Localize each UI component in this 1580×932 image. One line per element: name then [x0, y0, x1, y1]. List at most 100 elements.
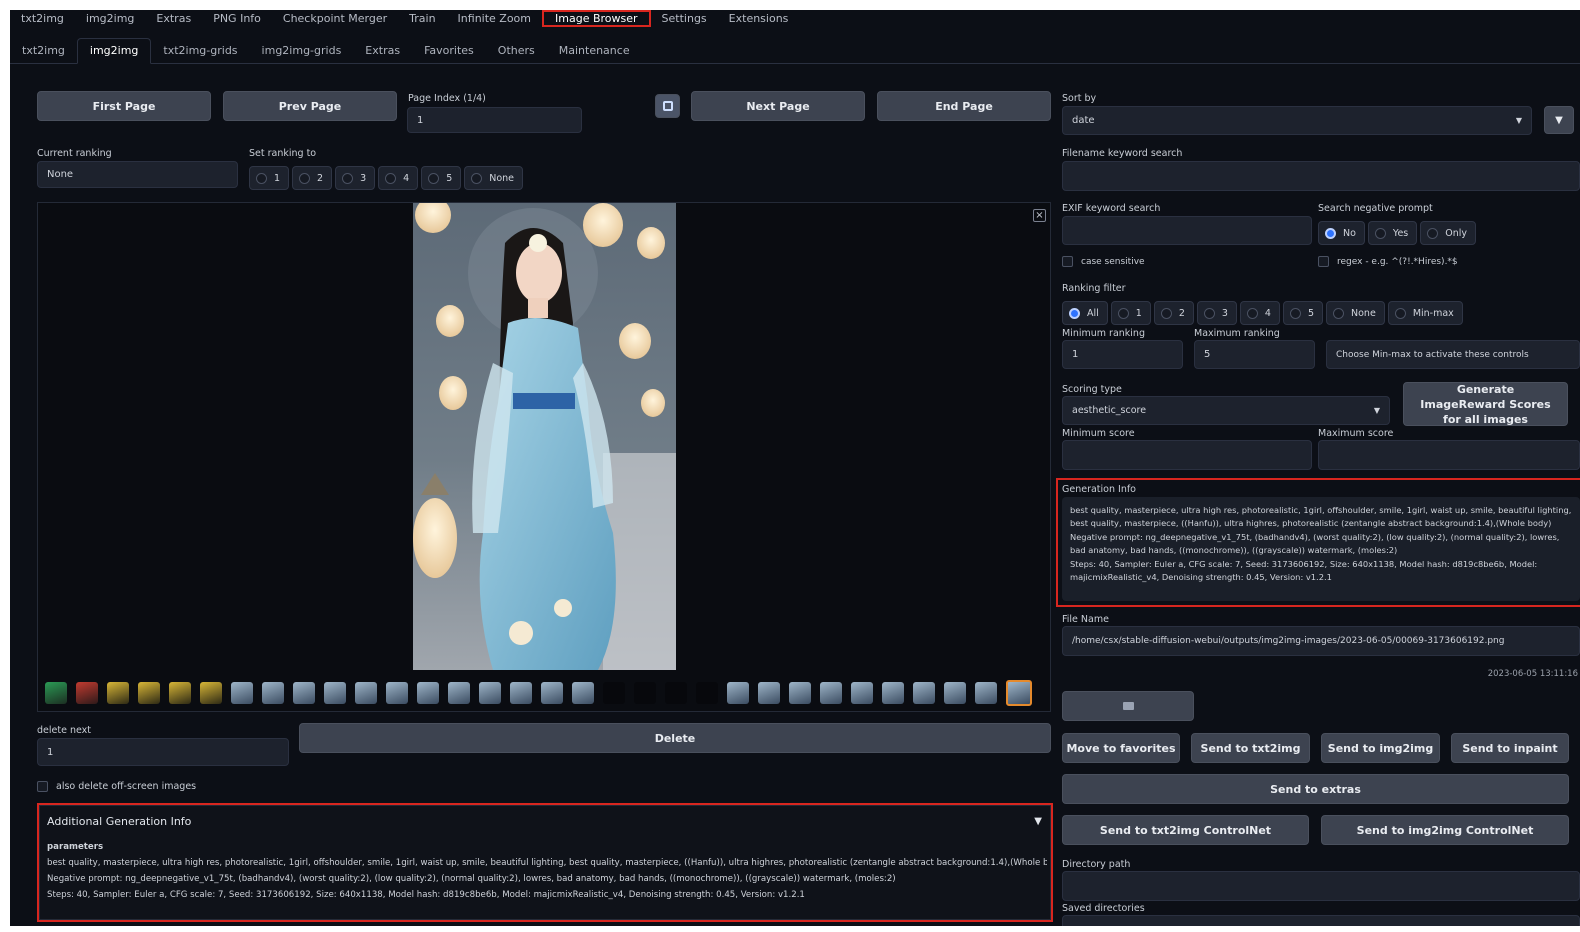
send-to-txt2img-button[interactable]: Send to txt2img	[1191, 733, 1310, 763]
gallery-thumbnail[interactable]	[944, 682, 966, 704]
ranking-filter-3[interactable]: 3	[1196, 301, 1237, 325]
gallery-thumbnail[interactable]	[541, 682, 563, 704]
tab-extensions[interactable]: Extensions	[718, 10, 800, 27]
gallery-thumbnail[interactable]	[45, 682, 67, 704]
gallery-thumbnail[interactable]	[324, 682, 346, 704]
first-page-button[interactable]: First Page	[37, 91, 211, 121]
ranking-filter-all[interactable]: All	[1062, 301, 1108, 325]
end-page-button[interactable]: End Page	[877, 91, 1051, 121]
prev-page-button[interactable]: Prev Page	[223, 91, 397, 121]
tab-infinite-zoom[interactable]: Infinite Zoom	[447, 10, 542, 27]
gallery-thumbnail[interactable]	[603, 682, 625, 704]
gallery-thumbnail[interactable]	[510, 682, 532, 704]
gallery-thumbnail[interactable]	[882, 682, 904, 704]
gallery-thumbnail[interactable]	[820, 682, 842, 704]
checkbox-box[interactable]	[1062, 256, 1073, 267]
subtab-others[interactable]: Others	[486, 39, 547, 63]
scoring-type-select[interactable]: aesthetic_score ▼	[1062, 396, 1390, 425]
tab-settings[interactable]: Settings	[651, 10, 718, 27]
tab-checkpoint-merger[interactable]: Checkpoint Merger	[272, 10, 398, 27]
refresh-button[interactable]	[655, 94, 680, 118]
gallery-thumbnail[interactable]	[231, 682, 253, 704]
gallery-thumbnail[interactable]	[665, 682, 687, 704]
case-sensitive-checkbox[interactable]: case sensitive	[1062, 256, 1145, 267]
ranking-filter-min-max[interactable]: Min-max	[1387, 301, 1463, 325]
gallery-thumbnail[interactable]	[696, 682, 718, 704]
gallery-thumbnail[interactable]	[169, 682, 191, 704]
tab-txt2img[interactable]: txt2img	[10, 10, 75, 27]
open-folder-button[interactable]	[1062, 691, 1194, 721]
gallery-thumbnail[interactable]	[355, 682, 377, 704]
gallery-thumbnail[interactable]	[417, 682, 439, 704]
gallery-thumbnail[interactable]	[200, 682, 222, 704]
sort-by-select[interactable]: date ▼	[1062, 106, 1532, 135]
offscreen-delete-checkbox[interactable]: also delete off-screen images	[37, 781, 196, 792]
tab-png-info[interactable]: PNG Info	[202, 10, 272, 27]
subtab-favorites[interactable]: Favorites	[412, 39, 486, 63]
subtab-txt2img-grids[interactable]: txt2img-grids	[151, 39, 249, 63]
subtab-img2img[interactable]: img2img	[76, 38, 152, 64]
gallery-thumbnail[interactable]	[107, 682, 129, 704]
subtab-extras[interactable]: Extras	[353, 39, 412, 63]
subtab-img2img-grids[interactable]: img2img-grids	[250, 39, 354, 63]
send-to-extras-button[interactable]: Send to extras	[1062, 774, 1569, 804]
gallery-thumbnail[interactable]	[386, 682, 408, 704]
set-ranking-none[interactable]: None	[464, 166, 524, 190]
ranking-filter-5[interactable]: 5	[1282, 301, 1324, 325]
preview-image[interactable]	[413, 197, 676, 670]
gallery-thumbnail[interactable]	[293, 682, 315, 704]
regex-checkbox[interactable]: regex - e.g. ^(?!.*Hires).*$	[1318, 256, 1458, 267]
max-score-input[interactable]	[1318, 440, 1580, 470]
min-score-input[interactable]	[1062, 440, 1312, 470]
next-page-button[interactable]: Next Page	[691, 91, 865, 121]
ranking-filter-none[interactable]: None	[1326, 301, 1385, 325]
page-index-input[interactable]: 1	[407, 107, 582, 133]
tab-train[interactable]: Train	[398, 10, 446, 27]
delete-button[interactable]: Delete	[299, 723, 1051, 753]
gallery-thumbnail[interactable]	[448, 682, 470, 704]
min-ranking-input[interactable]: 1	[1062, 340, 1183, 369]
send-to-inpaint-button[interactable]: Send to inpaint	[1451, 733, 1569, 763]
set-ranking-4[interactable]: 4	[378, 166, 419, 190]
ranking-filter-4[interactable]: 4	[1239, 301, 1280, 325]
ranking-filter-2[interactable]: 2	[1153, 301, 1194, 325]
gallery-thumbnail[interactable]	[572, 682, 594, 704]
directory-path-input[interactable]	[1062, 871, 1580, 901]
max-ranking-input[interactable]: 5	[1194, 340, 1315, 369]
gallery-thumbnail[interactable]	[262, 682, 284, 704]
move-to-favorites-button[interactable]: Move to favorites	[1062, 733, 1180, 763]
file-name-field[interactable]: /home/csx/stable-diffusion-webui/outputs…	[1062, 626, 1580, 656]
checkbox-box[interactable]	[1318, 256, 1329, 267]
exif-search-input[interactable]	[1062, 216, 1312, 245]
gallery-thumbnail[interactable]	[758, 682, 780, 704]
search-neg-no[interactable]: No	[1318, 221, 1365, 245]
subtab-maintenance[interactable]: Maintenance	[547, 39, 642, 63]
gallery-thumbnail[interactable]	[789, 682, 811, 704]
gallery-thumbnail[interactable]	[913, 682, 935, 704]
filename-search-input[interactable]	[1062, 161, 1580, 191]
close-icon[interactable]: ×	[1033, 209, 1046, 222]
gallery-thumbnail[interactable]	[76, 682, 98, 704]
set-ranking-2[interactable]: 2	[292, 166, 333, 190]
saved-directories-select[interactable]	[1062, 915, 1580, 926]
search-neg-yes[interactable]: Yes	[1367, 221, 1418, 245]
gallery-thumbnail[interactable]	[851, 682, 873, 704]
gallery-thumbnail[interactable]	[479, 682, 501, 704]
subtab-txt2img[interactable]: txt2img	[10, 39, 77, 63]
gallery-thumbnail[interactable]	[634, 682, 656, 704]
delete-next-input[interactable]: 1	[37, 738, 289, 766]
gallery-thumbnail[interactable]	[727, 682, 749, 704]
set-ranking-5[interactable]: 5	[421, 166, 462, 190]
tab-image-browser[interactable]: Image Browser	[542, 10, 651, 27]
send-to-txt2img-controlnet-button[interactable]: Send to txt2img ControlNet	[1062, 815, 1309, 845]
tab-img2img[interactable]: img2img	[75, 10, 146, 27]
set-ranking-3[interactable]: 3	[335, 166, 376, 190]
send-to-img2img-button[interactable]: Send to img2img	[1321, 733, 1440, 763]
gallery-thumbnail[interactable]	[138, 682, 160, 704]
ranking-filter-1[interactable]: 1	[1110, 301, 1151, 325]
checkbox-box[interactable]	[37, 781, 48, 792]
search-neg-only[interactable]: Only	[1420, 221, 1477, 245]
sort-order-button[interactable]: ▼	[1544, 106, 1574, 134]
set-ranking-1[interactable]: 1	[249, 166, 290, 190]
gallery-thumbnail-selected[interactable]	[1006, 680, 1032, 706]
